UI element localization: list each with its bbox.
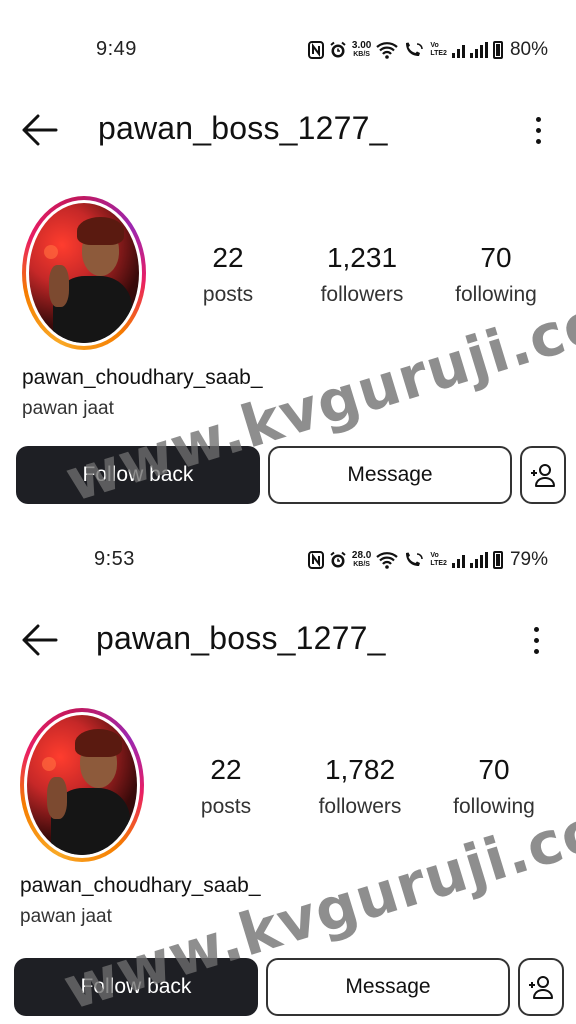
posts-label: posts (200, 795, 252, 818)
arrow-left-icon[interactable] (20, 622, 60, 658)
network-speed: 3.00 KB/S (352, 41, 371, 59)
profile-display-name: pawan_choudhary_saab_ (20, 874, 261, 897)
wifi-calling-icon (403, 551, 425, 569)
profile-bio: pawan jaat (22, 398, 114, 419)
battery-percent: 79% (509, 549, 548, 570)
posts-label: posts (202, 283, 254, 306)
followers-label: followers (320, 283, 404, 306)
status-bar: 9:53 28.0 KB/S Vo LTE2 79% (0, 542, 576, 578)
volte-bottom: LTE2 (430, 50, 447, 57)
stat-following[interactable]: 70 following (434, 752, 554, 822)
volte-top: Vo (430, 552, 439, 559)
kebab-menu-icon[interactable] (526, 620, 546, 660)
stat-followers[interactable]: 1,231 followers (302, 240, 422, 310)
status-icons: 28.0 KB/S Vo LTE2 79% (307, 546, 548, 574)
add-person-icon (529, 976, 553, 999)
stat-followers[interactable]: 1,782 followers (300, 752, 420, 822)
cell-signal-icon (451, 42, 465, 58)
profile-avatar-ring[interactable] (20, 708, 144, 862)
wifi-calling-icon (403, 41, 425, 59)
profile-avatar-ring[interactable] (22, 196, 146, 350)
suggested-users-button[interactable] (520, 446, 566, 504)
posts-count: 22 (210, 754, 242, 785)
status-time: 9:49 (96, 38, 137, 60)
volte-top: Vo (430, 42, 439, 49)
battery-icon (492, 41, 503, 59)
cell-signal-icon-2 (469, 42, 488, 58)
nfc-icon (307, 41, 324, 59)
add-person-icon (531, 464, 555, 487)
alarm-icon (329, 41, 347, 59)
stat-posts[interactable]: 22 posts (166, 752, 286, 822)
follow-back-button[interactable]: Follow back (14, 958, 258, 1016)
message-button[interactable]: Message (266, 958, 510, 1016)
message-button[interactable]: Message (268, 446, 512, 504)
network-speed-unit: KB/S (353, 561, 370, 568)
following-count: 70 (480, 242, 512, 273)
profile-screenshot-1: 9:49 3.00 KB/S Vo LTE2 80% pawan_boss_12… (0, 0, 576, 515)
stat-posts[interactable]: 22 posts (168, 240, 288, 310)
wifi-icon (376, 551, 399, 569)
follow-back-button[interactable]: Follow back (16, 446, 260, 504)
following-label: following (455, 283, 537, 306)
network-speed-unit: KB/S (353, 51, 370, 58)
status-icons: 3.00 KB/S Vo LTE2 80% (307, 36, 548, 64)
volte-indicator: Vo LTE2 (430, 42, 447, 58)
followers-label: followers (318, 795, 402, 818)
arrow-left-icon[interactable] (20, 112, 60, 148)
cell-signal-icon-2 (469, 552, 488, 568)
battery-icon (492, 551, 503, 569)
following-count: 70 (478, 754, 510, 785)
kebab-menu-icon[interactable] (528, 110, 548, 150)
alarm-icon (329, 551, 347, 569)
stat-following[interactable]: 70 following (436, 240, 556, 310)
followers-count: 1,782 (324, 754, 396, 785)
wifi-icon (376, 41, 399, 59)
followers-count: 1,231 (326, 242, 398, 273)
battery-percent: 80% (509, 39, 548, 60)
suggested-users-button[interactable] (518, 958, 564, 1016)
avatar (29, 203, 139, 343)
profile-header: pawan_boss_1277_ (0, 104, 576, 156)
profile-username: pawan_boss_1277_ (98, 110, 388, 146)
network-speed-value: 28.0 (351, 550, 372, 561)
profile-screenshot-2: 9:53 28.0 KB/S Vo LTE2 79% pawan_boss_12… (0, 512, 576, 1024)
cell-signal-icon (451, 552, 465, 568)
volte-bottom: LTE2 (430, 560, 447, 567)
avatar (27, 715, 137, 855)
volte-indicator: Vo LTE2 (430, 552, 447, 568)
following-label: following (453, 795, 535, 818)
nfc-icon (307, 551, 324, 569)
network-speed-value: 3.00 (351, 40, 372, 51)
profile-username: pawan_boss_1277_ (96, 620, 386, 656)
profile-header: pawan_boss_1277_ (0, 614, 576, 666)
status-bar: 9:49 3.00 KB/S Vo LTE2 80% (0, 32, 576, 68)
network-speed: 28.0 KB/S (352, 551, 371, 569)
posts-count: 22 (212, 242, 244, 273)
profile-display-name: pawan_choudhary_saab_ (22, 366, 263, 389)
profile-bio: pawan jaat (20, 906, 112, 927)
status-time: 9:53 (94, 548, 135, 570)
